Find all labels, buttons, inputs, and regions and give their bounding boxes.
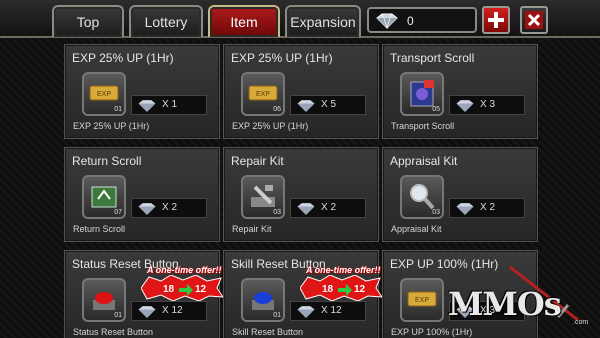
item-title: Appraisal Kit xyxy=(390,154,458,168)
gem-icon xyxy=(376,13,398,29)
item-price: X 2 xyxy=(131,198,207,218)
svg-text:EXP: EXP xyxy=(97,91,111,98)
item-quantity: X 12 xyxy=(321,305,342,316)
item-description: Repair Kit xyxy=(232,224,272,234)
tab-top[interactable]: Top xyxy=(52,5,124,37)
item-description: Appraisal Kit xyxy=(391,224,442,234)
new-price: 12 xyxy=(195,284,207,295)
item-title: Repair Kit xyxy=(231,154,284,168)
tab-expansion[interactable]: Expansion xyxy=(285,5,361,37)
item-title: EXP 25% UP (1Hr) xyxy=(231,51,333,65)
mmos-watermark: MMOs .com xyxy=(448,265,598,335)
watermark-sub: .com xyxy=(573,319,589,326)
top-bar: Top Lottery Item Expansion 0 xyxy=(0,0,600,38)
item-card[interactable]: Transport Scroll 05 X 3 Transport Scroll xyxy=(382,44,538,139)
exp-ticket-icon: EXP 01 xyxy=(82,72,126,116)
item-quantity: X 2 xyxy=(162,202,178,213)
item-stock: 07 xyxy=(114,209,122,216)
transport-scroll-icon: 05 xyxy=(400,72,444,116)
item-price: X 1 xyxy=(131,95,207,115)
item-stock: 06 xyxy=(273,106,281,113)
gem-icon xyxy=(297,203,315,215)
new-price: 12 xyxy=(354,284,366,295)
magnifier-icon: 03 xyxy=(400,175,444,219)
item-description: Transport Scroll xyxy=(391,121,455,131)
item-quantity: X 3 xyxy=(480,99,496,110)
item-description: Status Reset Button xyxy=(73,327,154,337)
item-stock: 05 xyxy=(432,106,440,113)
currency-display: 0 xyxy=(367,7,477,33)
item-title: Transport Scroll xyxy=(390,51,475,65)
item-quantity: X 2 xyxy=(480,202,496,213)
tab-lottery[interactable]: Lottery xyxy=(129,5,203,37)
svg-text:EXP: EXP xyxy=(415,297,429,304)
gem-icon xyxy=(456,100,474,112)
close-icon xyxy=(525,11,543,29)
item-stock: 03 xyxy=(432,209,440,216)
item-stock: 01 xyxy=(114,312,122,319)
item-price: X 3 xyxy=(449,95,525,115)
one-time-offer-badge: A one-time offer!! 18 12 xyxy=(292,265,382,305)
item-price: X 2 xyxy=(449,198,525,218)
item-card[interactable]: Return Scroll 07 X 2 Return Scroll xyxy=(64,147,220,242)
exp-ticket-icon: EXP 06 xyxy=(241,72,285,116)
item-title: EXP 25% UP (1Hr) xyxy=(72,51,174,65)
item-description: EXP 25% UP (1Hr) xyxy=(232,121,309,131)
currency-count: 0 xyxy=(407,14,414,28)
item-card[interactable]: Appraisal Kit 03 X 2 Appraisal Kit xyxy=(382,147,538,242)
close-button[interactable] xyxy=(520,6,548,34)
exp-ticket-icon: EXP xyxy=(400,278,444,322)
item-stock: 03 xyxy=(273,209,281,216)
item-quantity: X 2 xyxy=(321,202,337,213)
arrow-right-icon xyxy=(179,284,193,296)
item-card[interactable]: Repair Kit 03 X 2 Repair Kit xyxy=(223,147,379,242)
item-title: EXP UP 100% (1Hr) xyxy=(390,257,499,271)
gem-icon xyxy=(456,203,474,215)
old-price: 18 xyxy=(322,284,334,295)
item-stock: 01 xyxy=(273,312,281,319)
item-description: EXP 25% UP (1Hr) xyxy=(73,121,150,131)
item-title: Return Scroll xyxy=(72,154,142,168)
gem-icon xyxy=(297,100,315,112)
item-card[interactable]: EXP 25% UP (1Hr) EXP 01 X 1 EXP 25% UP (… xyxy=(64,44,220,139)
item-shop-screen: Top Lottery Item Expansion 0 EXP 25% UP xyxy=(0,0,600,338)
svg-text:EXP: EXP xyxy=(256,91,270,98)
gem-icon xyxy=(297,306,315,318)
plus-icon xyxy=(488,12,504,28)
one-time-offer-badge: A one-time offer!! 18 12 xyxy=(133,265,223,305)
add-currency-button[interactable] xyxy=(482,6,510,34)
old-price: 18 xyxy=(163,284,175,295)
gem-icon xyxy=(138,306,156,318)
tab-item[interactable]: Item xyxy=(208,5,280,37)
gem-icon xyxy=(138,203,156,215)
item-quantity: X 5 xyxy=(321,99,337,110)
item-card[interactable]: EXP 25% UP (1Hr) EXP 06 X 5 EXP 25% UP (… xyxy=(223,44,379,139)
item-card[interactable]: Status Reset Button 01 X 12 Status Reset… xyxy=(64,250,223,338)
return-scroll-icon: 07 xyxy=(82,175,126,219)
repair-kit-icon: 03 xyxy=(241,175,285,219)
arrow-right-icon xyxy=(338,284,352,296)
gem-icon xyxy=(138,100,156,112)
item-price: X 5 xyxy=(290,95,366,115)
item-price: X 2 xyxy=(290,198,366,218)
item-stock: 01 xyxy=(114,106,122,113)
offer-text: A one-time offer!! xyxy=(306,265,381,275)
item-card[interactable]: Skill Reset Button 01 X 12 Skill Reset B… xyxy=(223,250,382,338)
item-description: Skill Reset Button xyxy=(232,327,304,337)
red-button-icon: 01 xyxy=(82,278,126,322)
blue-button-icon: 01 xyxy=(241,278,285,322)
offer-text: A one-time offer!! xyxy=(147,265,222,275)
watermark-text: MMOs xyxy=(448,285,562,323)
item-quantity: X 12 xyxy=(162,305,183,316)
item-description: Return Scroll xyxy=(73,224,126,234)
item-quantity: X 1 xyxy=(162,99,178,110)
